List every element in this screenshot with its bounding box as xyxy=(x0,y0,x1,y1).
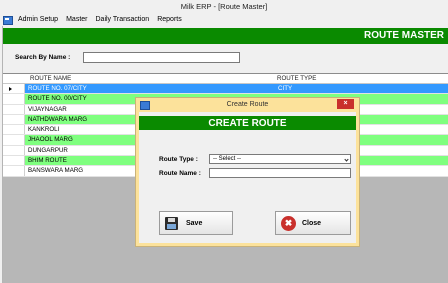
page-title: ROUTE MASTER xyxy=(364,30,444,41)
route-type-label: Route Type : xyxy=(159,156,198,163)
row-selector[interactable] xyxy=(3,125,25,135)
row-selector[interactable] xyxy=(3,145,25,156)
close-button-label: Close xyxy=(302,220,322,227)
row-selector[interactable] xyxy=(3,104,25,114)
row-selector[interactable] xyxy=(3,94,25,104)
menu-reports[interactable]: Reports xyxy=(157,16,182,23)
close-button[interactable]: ✖ Close xyxy=(275,211,351,235)
page-header: ROUTE MASTER xyxy=(3,28,448,44)
route-type-select[interactable]: -- Select -- xyxy=(209,154,351,164)
dialog-body: CREATE ROUTE Route Type : -- Select -- R… xyxy=(139,112,356,243)
floppy-disk-icon xyxy=(165,217,178,230)
cell-route-name[interactable]: ROUTE NO. 07/CITY xyxy=(25,84,275,94)
column-header-route-type[interactable]: ROUTE TYPE xyxy=(277,75,316,82)
menu-daily-transaction[interactable]: Daily Transaction xyxy=(96,16,150,23)
dialog-title: Create Route xyxy=(226,101,269,108)
row-selector[interactable] xyxy=(3,156,25,166)
menu-master[interactable]: Master xyxy=(66,16,87,23)
search-input[interactable] xyxy=(83,52,240,63)
grid-header: ROUTE NAME ROUTE TYPE xyxy=(3,74,448,84)
route-type-selected-value: -- Select -- xyxy=(213,156,242,162)
close-icon[interactable]: × xyxy=(337,99,354,109)
save-button-label: Save xyxy=(186,220,203,227)
cell-route-type[interactable]: CITY xyxy=(275,84,448,94)
app-icon[interactable] xyxy=(2,15,13,25)
dialog-header: CREATE ROUTE xyxy=(139,116,356,130)
table-row[interactable]: ROUTE NO. 07/CITY CITY xyxy=(3,84,448,95)
save-button[interactable]: Save xyxy=(159,211,233,235)
menu-bar: Admin Setup Master Daily Transaction Rep… xyxy=(0,12,448,26)
search-label: Search By Name : xyxy=(15,54,71,61)
row-selector[interactable] xyxy=(3,166,25,176)
dialog-header-title: CREATE ROUTE xyxy=(208,118,287,129)
row-selector[interactable] xyxy=(3,135,25,145)
menu-admin-setup[interactable]: Admin Setup xyxy=(18,16,58,23)
row-selector[interactable] xyxy=(3,114,25,125)
chevron-down-icon xyxy=(344,157,349,162)
dialog-titlebar[interactable]: Create Route × xyxy=(136,98,359,112)
close-x-icon: ✖ xyxy=(281,216,296,231)
column-header-route-name[interactable]: ROUTE NAME xyxy=(30,75,71,82)
create-route-dialog: Create Route × CREATE ROUTE Route Type :… xyxy=(135,97,360,247)
route-name-input[interactable] xyxy=(209,168,351,178)
row-selector[interactable] xyxy=(3,84,25,94)
route-name-label: Route Name : xyxy=(159,170,201,177)
current-row-arrow-icon xyxy=(9,87,12,91)
window-title: Milk ERP - [Route Master] xyxy=(180,2,268,11)
window-titlebar: Milk ERP - [Route Master] xyxy=(0,0,448,12)
